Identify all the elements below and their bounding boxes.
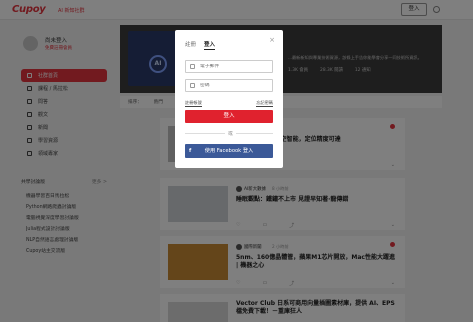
password-input[interactable] — [200, 83, 270, 88]
modal-links: 註冊帳號 忘記密碼 — [185, 100, 273, 107]
email-input[interactable] — [200, 64, 270, 69]
modal-tabs: 註冊 登入 — [185, 40, 216, 50]
password-field[interactable] — [185, 79, 273, 92]
facebook-login-label: 使用 Facebook 登入 — [204, 148, 254, 154]
tab-login[interactable]: 登入 — [204, 40, 216, 50]
facebook-icon: f — [189, 148, 192, 154]
tab-register[interactable]: 註冊 — [185, 40, 196, 50]
facebook-login-button[interactable]: f 使用 Facebook 登入 — [185, 144, 273, 158]
forgot-password-link[interactable]: 忘記密碼 — [256, 100, 273, 107]
email-field[interactable] — [185, 60, 273, 73]
close-icon[interactable]: × — [269, 36, 275, 44]
login-modal: 註冊 登入 × 註冊帳號 忘記密碼 登入 或 f 使用 Facebook 登入 — [175, 30, 283, 168]
or-label: 或 — [225, 130, 236, 137]
login-submit-button[interactable]: 登入 — [185, 110, 273, 123]
register-link[interactable]: 註冊帳號 — [185, 100, 202, 107]
lock-icon — [190, 83, 195, 88]
user-icon — [190, 64, 195, 69]
